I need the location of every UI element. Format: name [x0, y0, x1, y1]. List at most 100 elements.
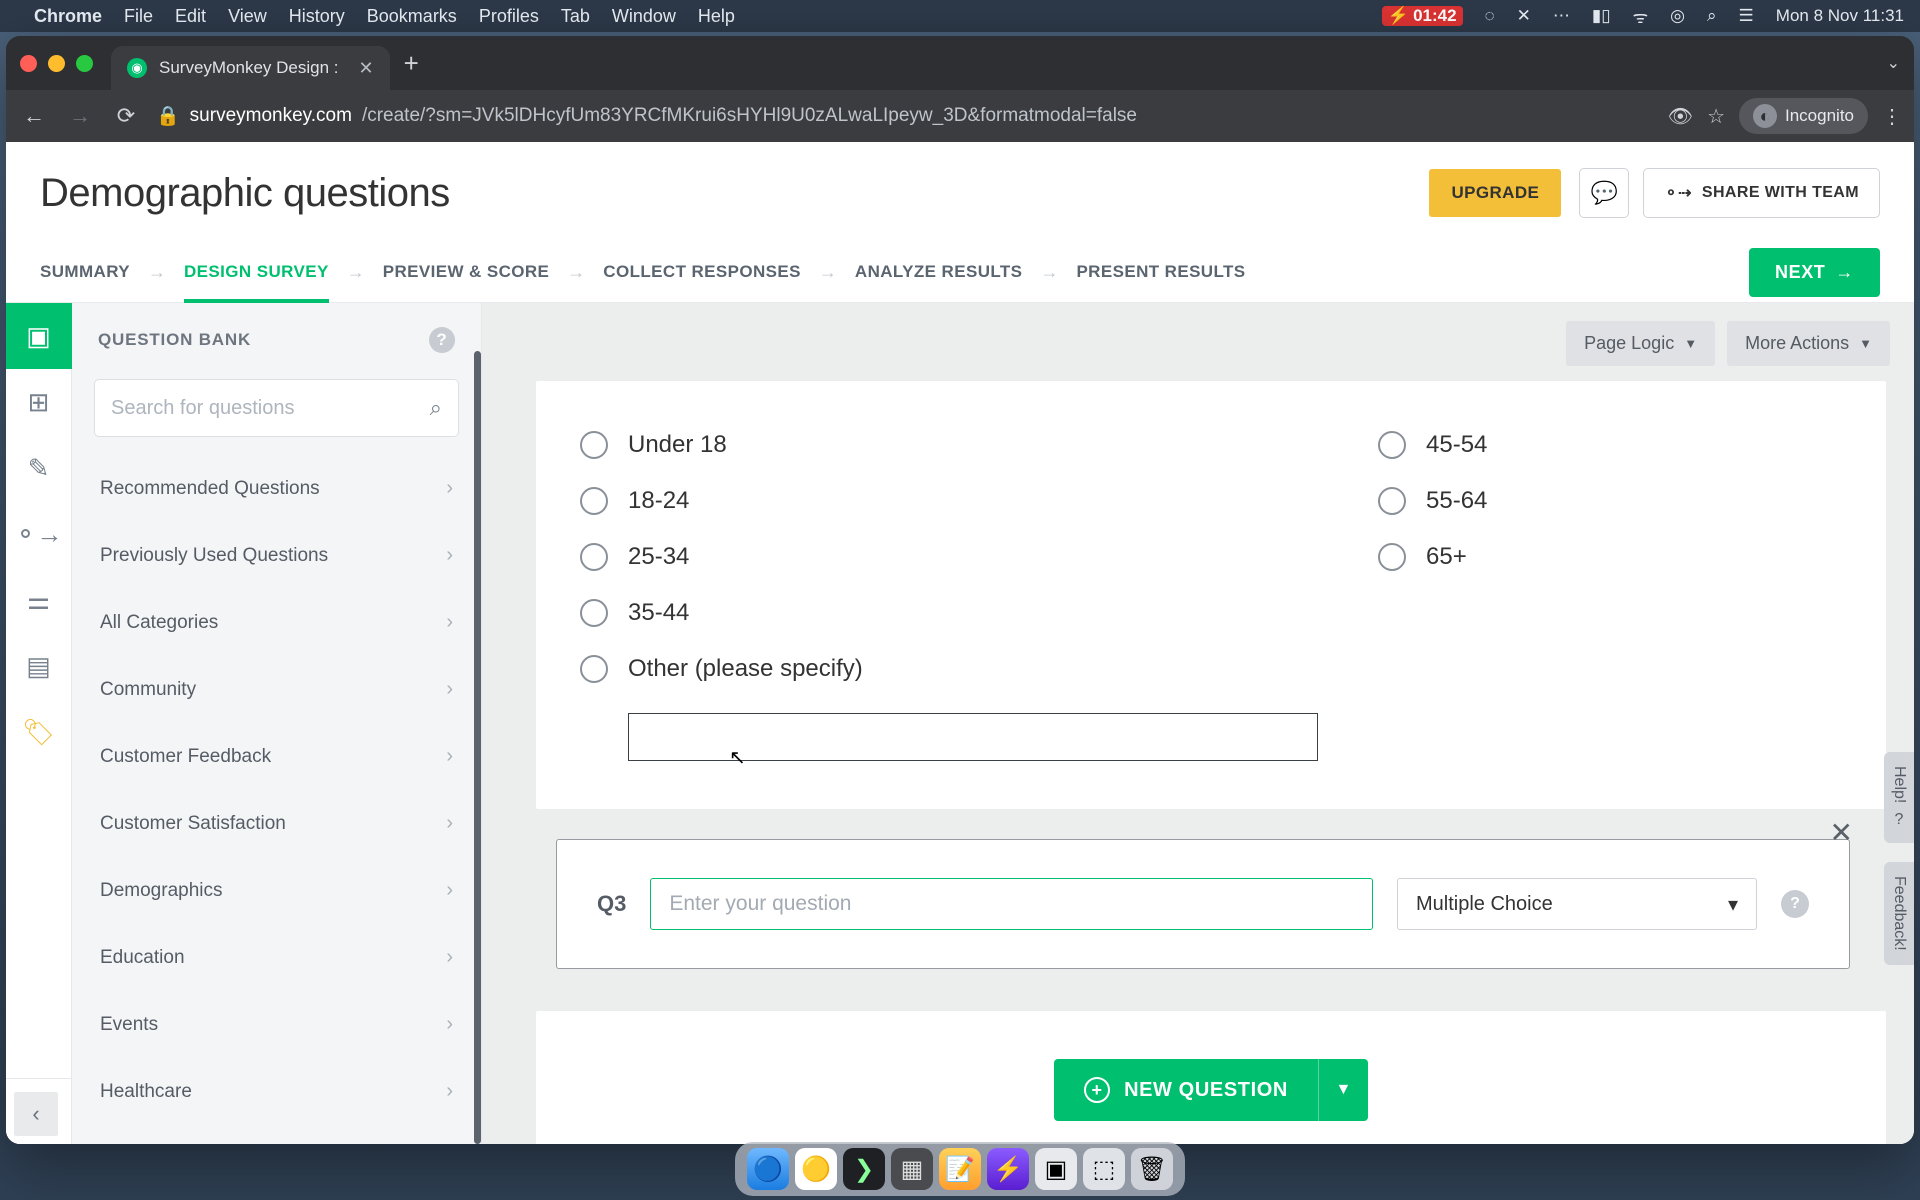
question-search[interactable]: ⌕: [94, 379, 459, 437]
menu-bookmarks[interactable]: Bookmarks: [367, 6, 457, 27]
status-icon[interactable]: ⋯: [1553, 6, 1570, 26]
tab-close-icon[interactable]: ✕: [359, 58, 374, 79]
menu-history[interactable]: History: [289, 6, 345, 27]
rail-appearance[interactable]: ✎: [6, 435, 72, 501]
dock-app-icon[interactable]: 📝: [939, 1148, 981, 1190]
battery-status[interactable]: 01:42: [1382, 6, 1463, 26]
question-type-select[interactable]: Multiple Choice ▾: [1397, 878, 1757, 930]
menu-view[interactable]: View: [228, 6, 267, 27]
menu-file[interactable]: File: [124, 6, 153, 27]
step-collect-responses[interactable]: COLLECT RESPONSES: [603, 242, 801, 302]
upgrade-button[interactable]: UPGRADE: [1429, 169, 1561, 217]
page-logic-button[interactable]: Page Logic▼: [1566, 321, 1715, 366]
category-item[interactable]: Events›: [72, 991, 481, 1058]
status-icon[interactable]: ✕: [1517, 6, 1531, 26]
user-icon[interactable]: ◎: [1670, 6, 1685, 26]
rail-options[interactable]: ⚌: [6, 567, 72, 633]
nav-back-icon[interactable]: ←: [18, 103, 50, 129]
grid-icon: ⊞: [28, 387, 50, 418]
category-item[interactable]: Community›: [72, 656, 481, 723]
step-summary[interactable]: SUMMARY: [40, 242, 130, 302]
dock-terminal-icon[interactable]: ❯: [843, 1148, 885, 1190]
menu-tab[interactable]: Tab: [561, 6, 590, 27]
step-analyze-results[interactable]: ANALYZE RESULTS: [855, 242, 1023, 302]
other-specify-input[interactable]: [628, 713, 1318, 761]
category-item[interactable]: Customer Feedback›: [72, 723, 481, 790]
radio-option[interactable]: 18-24: [580, 473, 1318, 529]
menu-help[interactable]: Help: [698, 6, 735, 27]
comment-button[interactable]: 💬: [1579, 168, 1629, 218]
feedback-side-tab[interactable]: Feedback!: [1884, 862, 1914, 965]
tabs-dropdown-icon[interactable]: ⌄: [1887, 53, 1900, 73]
new-tab-button[interactable]: +: [404, 50, 419, 76]
dock-chrome-icon[interactable]: 🟡: [795, 1148, 837, 1190]
radio-option[interactable]: 65+: [1378, 529, 1842, 585]
chrome-menu-icon[interactable]: ⋮: [1882, 104, 1902, 129]
rail-tags[interactable]: 🏷: [6, 699, 72, 765]
radio-option[interactable]: 45-54: [1378, 417, 1842, 473]
eye-off-icon[interactable]: 👁: [1668, 104, 1693, 129]
dock-app-icon[interactable]: ▣: [1035, 1148, 1077, 1190]
rail-layout[interactable]: ▤: [6, 633, 72, 699]
category-item[interactable]: All Categories›: [72, 589, 481, 656]
window-maximize-button[interactable]: [76, 55, 93, 72]
help-icon[interactable]: ?: [429, 327, 455, 353]
radio-option[interactable]: Under 18: [580, 417, 1318, 473]
dock-app-icon[interactable]: ⚡: [987, 1148, 1029, 1190]
url-field[interactable]: 🔒 surveymonkey.com /create/?sm=JVk5lDHcy…: [156, 104, 1654, 128]
more-actions-button[interactable]: More Actions▼: [1727, 321, 1890, 366]
browser-tab[interactable]: ◉ SurveyMonkey Design : ✕: [111, 46, 390, 90]
category-item[interactable]: Customer Satisfaction›: [72, 790, 481, 857]
sliders-icon: ⚌: [27, 585, 50, 616]
new-question-button[interactable]: + NEW QUESTION: [1054, 1059, 1318, 1121]
category-item[interactable]: Previously Used Questions›: [72, 522, 481, 589]
battery-icon[interactable]: ▮▯: [1592, 6, 1611, 26]
new-question-dropdown[interactable]: ▼: [1318, 1059, 1368, 1121]
star-bookmark-icon[interactable]: ☆: [1707, 104, 1725, 129]
rail-question-bank[interactable]: ▣: [6, 303, 72, 369]
radio-option[interactable]: Other (please specify): [580, 641, 1318, 697]
radio-option[interactable]: 55-64: [1378, 473, 1842, 529]
category-label: Previously Used Questions: [100, 545, 328, 567]
next-button[interactable]: NEXT →: [1749, 248, 1880, 297]
rail-logic[interactable]: ⚬→: [6, 501, 72, 567]
wifi-icon[interactable]: ᯤ: [1633, 5, 1649, 28]
share-with-team-button[interactable]: ⚬⇢ SHARE WITH TEAM: [1643, 168, 1880, 218]
incognito-badge[interactable]: Incognito: [1739, 98, 1868, 134]
question-text-input[interactable]: [650, 878, 1373, 930]
category-item[interactable]: Recommended Questions›: [72, 455, 481, 522]
menubar-app-name[interactable]: Chrome: [34, 6, 102, 27]
menu-profiles[interactable]: Profiles: [479, 6, 539, 27]
status-icon[interactable]: ◌: [1485, 6, 1495, 26]
step-design-survey[interactable]: DESIGN SURVEY: [184, 242, 329, 302]
menu-window[interactable]: Window: [612, 6, 676, 27]
window-minimize-button[interactable]: [48, 55, 65, 72]
category-item[interactable]: Healthcare›: [72, 1058, 481, 1125]
nav-reload-icon[interactable]: ⟳: [110, 103, 142, 129]
search-input[interactable]: [111, 397, 430, 420]
window-close-button[interactable]: [20, 55, 37, 72]
chevron-right-icon: ›: [446, 678, 453, 701]
step-preview-score[interactable]: PREVIEW & SCORE: [383, 242, 550, 302]
control-center-icon[interactable]: ☰: [1739, 6, 1754, 26]
radio-option[interactable]: 25-34: [580, 529, 1318, 585]
help-side-tab[interactable]: Help!?: [1884, 752, 1914, 843]
dock-trash-icon[interactable]: 🗑: [1131, 1148, 1173, 1190]
radio-option[interactable]: 35-44: [580, 585, 1318, 641]
question-card-age[interactable]: Under 18 18-24 25-34 35-44 Other (please…: [536, 381, 1886, 809]
collapse-sidebar-button[interactable]: ‹: [14, 1092, 58, 1136]
dock-app-icon[interactable]: ▦: [891, 1148, 933, 1190]
step-present-results[interactable]: PRESENT RESULTS: [1076, 242, 1245, 302]
dock-finder-icon[interactable]: 🔵: [747, 1148, 789, 1190]
menu-edit[interactable]: Edit: [175, 6, 206, 27]
close-editor-icon[interactable]: ✕: [1830, 816, 1853, 849]
category-item[interactable]: Education›: [72, 924, 481, 991]
menubar-clock[interactable]: Mon 8 Nov 11:31: [1776, 6, 1904, 26]
rail-builder[interactable]: ⊞: [6, 369, 72, 435]
dock-app-icon[interactable]: ⬚: [1083, 1148, 1125, 1190]
category-item[interactable]: Demographics›: [72, 857, 481, 924]
incognito-label: Incognito: [1785, 106, 1854, 126]
spotlight-icon[interactable]: ⌕: [1707, 6, 1717, 26]
workarea: ▣ ⊞ ✎ ⚬→ ⚌ ▤ 🏷 ⎙ QUESTION BANK ? ⌕: [6, 303, 1914, 1144]
help-icon[interactable]: ?: [1781, 890, 1809, 918]
